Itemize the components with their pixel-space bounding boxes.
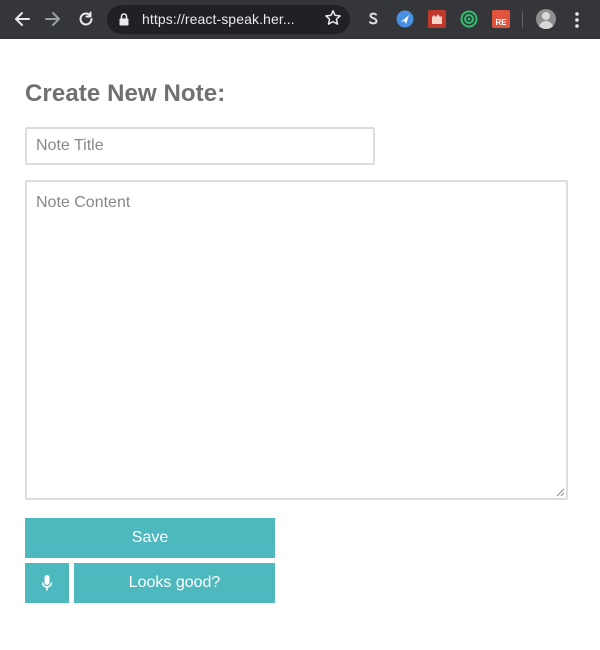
looks-good-button[interactable]: Looks good?: [74, 563, 275, 603]
s-extension-icon[interactable]: [364, 10, 382, 28]
red-castle-extension-icon[interactable]: [428, 10, 446, 28]
forward-arrow-icon[interactable]: [42, 8, 64, 30]
toolbar-separator: [522, 11, 523, 28]
save-button[interactable]: Save: [25, 518, 275, 558]
browser-toolbar: https://react-speak.her... RE: [0, 0, 600, 39]
resize-grip-icon[interactable]: [556, 488, 565, 497]
url-text: https://react-speak.her...: [142, 11, 295, 27]
reload-icon[interactable]: [75, 8, 97, 30]
microphone-button[interactable]: [25, 563, 69, 603]
re-extension-icon[interactable]: RE: [492, 10, 510, 28]
lock-icon: [119, 13, 129, 26]
page-title: Create New Note:: [25, 80, 226, 107]
note-content-textarea[interactable]: [25, 180, 568, 500]
menu-kebab-icon[interactable]: [572, 11, 582, 29]
paper-plane-extension-icon[interactable]: [396, 10, 414, 28]
microphone-icon: [41, 575, 53, 591]
back-arrow-icon[interactable]: [11, 8, 33, 30]
note-title-input[interactable]: [25, 127, 375, 165]
green-target-extension-icon[interactable]: [460, 10, 478, 28]
bookmark-star-icon[interactable]: [324, 9, 342, 27]
address-bar[interactable]: https://react-speak.her...: [107, 5, 350, 34]
re-extension-label: RE: [495, 18, 507, 27]
profile-avatar[interactable]: [536, 9, 556, 29]
